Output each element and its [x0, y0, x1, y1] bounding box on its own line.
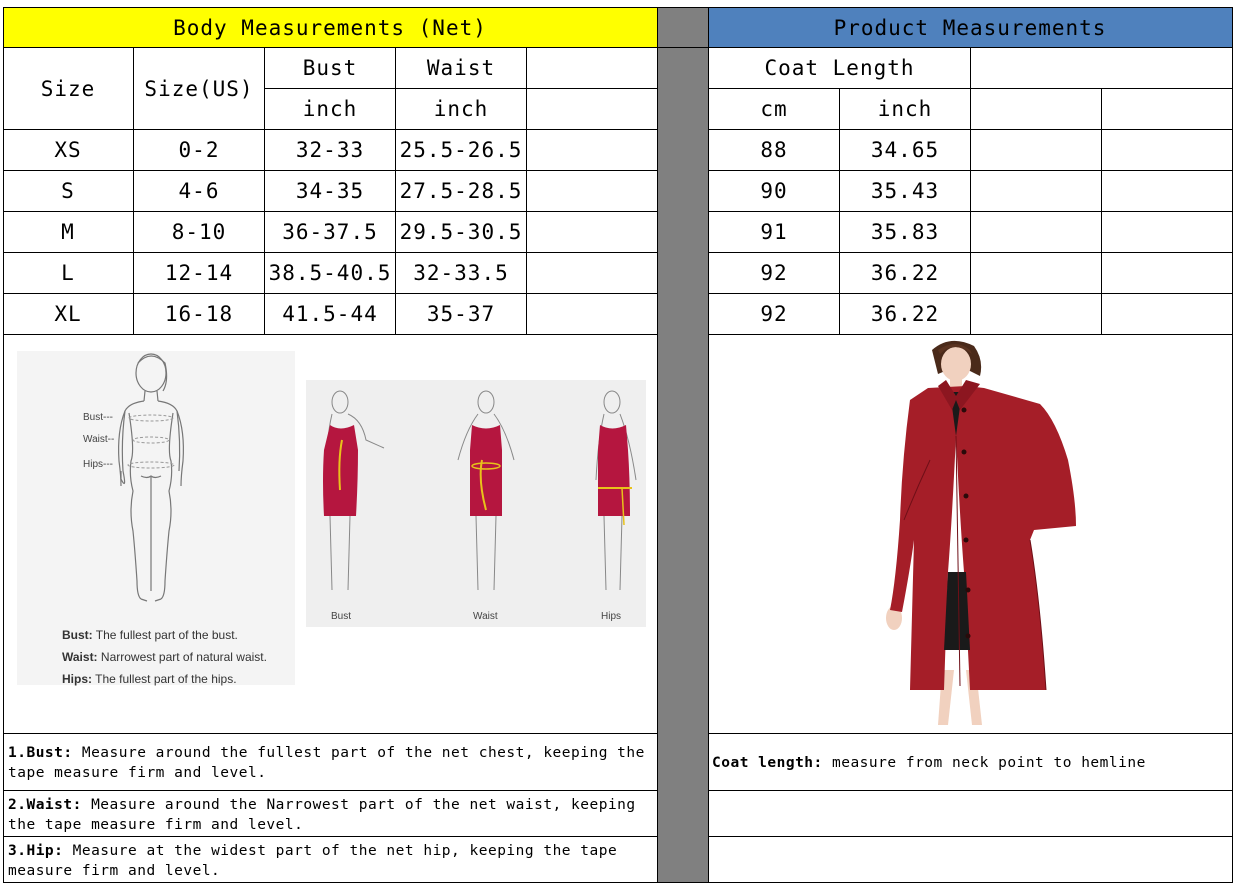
note-waist-text-1: Measure around the Narrowest part of the…	[81, 797, 636, 813]
divider-column	[657, 8, 708, 883]
row-s-bust: 34-35	[295, 179, 365, 203]
row-xl-waist: 35-37	[426, 302, 496, 326]
coat-xs-cm: 88	[760, 138, 788, 162]
fig-hips-label: Hips	[601, 611, 622, 622]
product-measurements-title: Product Measurements	[833, 15, 1107, 40]
col-header-waist: Waist	[426, 56, 496, 80]
note-coat-label: Coat length:	[712, 755, 823, 771]
note-bust-label: 1.Bust:	[8, 745, 73, 761]
row-m-us: 8-10	[171, 220, 227, 244]
row-s-waist: 27.5-28.5	[399, 179, 523, 203]
note-hip-text-2: measure firm and level.	[8, 863, 221, 879]
diagram-hips-marker: Hips---	[83, 459, 113, 470]
def-hips-term: Hips:	[62, 672, 92, 686]
coat-xl-inch: 36.22	[870, 302, 940, 326]
fig-waist-label: Waist	[473, 611, 498, 622]
coat-xs-inch: 34.65	[870, 138, 940, 162]
row-l-size: L	[61, 261, 75, 285]
row-m-size: M	[61, 220, 75, 244]
diagram-waist-marker: Waist--	[83, 434, 115, 445]
coat-s-inch: 35.43	[870, 179, 940, 203]
coat-m-cm: 91	[760, 220, 788, 244]
def-bust-term: Bust:	[62, 628, 93, 642]
diagram-bust-marker: Bust---	[83, 412, 113, 423]
note-hip: 3.Hip: Measure at the widest part of the…	[3, 841, 660, 881]
row-xl-size: XL	[54, 302, 82, 326]
col-header-coat-length: Coat Length	[764, 56, 915, 80]
unit-waist-inch: inch	[433, 97, 489, 121]
product-photo-red-leather-coat	[886, 340, 1076, 725]
unit-cm: cm	[760, 97, 788, 121]
row-l-bust: 38.5-40.5	[268, 261, 392, 285]
row-xs-bust: 32-33	[295, 138, 365, 162]
row-xl-us: 16-18	[164, 302, 234, 326]
row-xl-bust: 41.5-44	[282, 302, 378, 326]
note-bust-text-1: Measure around the fullest part of the n…	[72, 745, 645, 761]
fig-bust-label: Bust	[331, 611, 352, 622]
note-waist: 2.Waist: Measure around the Narrowest pa…	[3, 795, 660, 835]
row-s-size: S	[61, 179, 75, 203]
coat-l-cm: 92	[760, 261, 788, 285]
def-bust-text: The fullest part of the bust.	[95, 628, 238, 642]
dress-figures-diagram	[306, 380, 646, 627]
coat-m-inch: 35.83	[870, 220, 940, 244]
row-xs-size: XS	[54, 138, 82, 162]
def-waist-term: Waist:	[62, 650, 98, 664]
body-measurements-title: Body Measurements (Net)	[173, 15, 487, 40]
coat-s-cm: 90	[760, 179, 788, 203]
unit-inch: inch	[877, 97, 933, 121]
col-header-bust: Bust	[302, 56, 358, 80]
def-hips-text: The fullest part of the hips.	[95, 672, 237, 686]
row-xs-us: 0-2	[178, 138, 220, 162]
row-xs-waist: 25.5-26.5	[399, 138, 523, 162]
row-m-bust: 36-37.5	[282, 220, 378, 244]
note-coat-length: Coat length: measure from neck point to …	[707, 753, 1234, 773]
col-header-size-us: Size(US)	[144, 76, 254, 101]
note-coat-text: measure from neck point to hemline	[822, 755, 1146, 771]
note-bust-text-2: tape measure firm and level.	[8, 765, 267, 781]
col-header-size: Size	[40, 76, 96, 101]
note-waist-text-2: the tape measure firm and level.	[8, 817, 304, 833]
unit-bust-inch: inch	[302, 97, 358, 121]
row-l-us: 12-14	[164, 261, 234, 285]
row-m-waist: 29.5-30.5	[399, 220, 523, 244]
coat-xl-cm: 92	[760, 302, 788, 326]
def-waist-text: Narrowest part of natural waist.	[100, 650, 267, 664]
coat-l-inch: 36.22	[870, 261, 940, 285]
row-l-waist: 32-33.5	[413, 261, 509, 285]
note-waist-label: 2.Waist:	[8, 797, 82, 813]
note-bust: 1.Bust: Measure around the fullest part …	[3, 743, 660, 783]
note-hip-text-1: Measure at the widest part of the net hi…	[63, 843, 618, 859]
note-hip-label: 3.Hip:	[8, 843, 64, 859]
row-s-us: 4-6	[178, 179, 220, 203]
diagram-definitions: Bust: The fullest part of the bust. Wais…	[62, 624, 267, 690]
